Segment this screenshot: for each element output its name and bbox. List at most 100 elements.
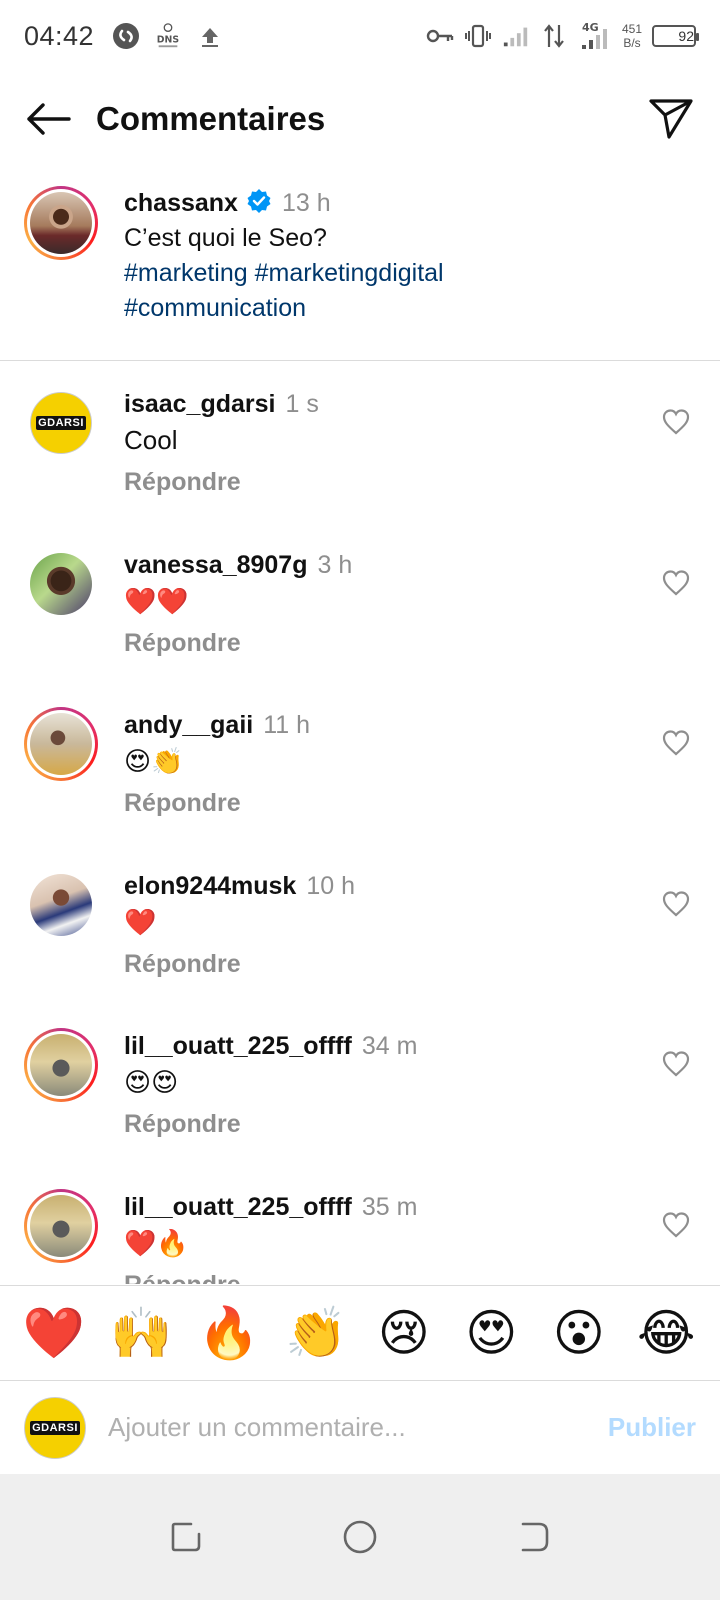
heart-icon[interactable] [662,890,690,918]
status-time: 04:42 [24,20,95,51]
gdarsi-logo-avatar: GDARSI [30,392,92,454]
comment-item: elon9244musk 10 h ❤️ Répondre [0,844,720,1005]
net-speed: 451 B/s [621,22,642,50]
comment-item: andy__gaii 11 h 😍👏 Répondre [0,683,720,844]
avatar-photo [30,873,92,936]
status-bar: 04:42 DNS 4G 451 B/s 92 [0,0,720,72]
reply-button[interactable]: Répondre [124,785,696,821]
share-button[interactable] [646,94,696,144]
comment-text: ❤️🔥 [124,1227,189,1258]
shazam-icon [112,22,140,50]
comment-text: 😍👏 [124,746,184,776]
back-button[interactable] [24,95,72,143]
comment-time: 1 s [285,390,319,418]
heart-icon[interactable] [662,729,690,757]
comment-item: lil__ouatt_225_offff 34 m 😍😍 Répondre [0,1004,720,1165]
emoji-reaction-bar: ❤️ 🙌 🔥 👏 😢 😍 😮 😂 [0,1285,720,1380]
home-circle-icon [343,1520,377,1554]
comment-item: lil__ouatt_225_offff 35 m ❤️🔥 Répondre [0,1165,720,1285]
comment-username[interactable]: vanessa_8907g [124,551,307,579]
back-nav-button[interactable] [512,1515,556,1559]
avatar-photo [30,1034,92,1096]
dns-icon: DNS [154,22,182,50]
emoji-fire-button[interactable]: 🔥 [195,1299,263,1367]
back-nav-icon [521,1522,549,1552]
battery-level: 92 [678,28,694,44]
avatar[interactable] [24,547,98,621]
avatar[interactable]: GDARSI [24,1396,86,1459]
reply-button[interactable]: Répondre [124,946,696,982]
comment-list[interactable]: GDARSI isaac_gdarsi 1 s Cool Répondre van… [0,362,720,1284]
comment-input-bar: GDARSI Publier [0,1380,720,1474]
recent-apps-button[interactable] [164,1515,208,1559]
home-button[interactable] [338,1515,382,1559]
comment-username[interactable]: lil__ouatt_225_offff [124,1193,352,1221]
comment-time: 3 h [317,550,353,579]
comment-text: ❤️❤️ [124,585,189,616]
post-username[interactable]: chassanx [124,189,238,217]
avatar[interactable] [24,1028,98,1102]
caption-body: chassanx 13 h C’est quoi le Seo? #marketi… [124,186,444,326]
svg-text:4G: 4G [582,21,599,34]
reply-button[interactable]: Répondre [124,1106,696,1142]
gdarsi-logo-avatar: GDARSI [30,1420,80,1435]
comment-time: 10 h [306,871,355,900]
battery-indicator: 92 [652,25,699,47]
upload-icon [196,22,224,50]
emoji-raising-hands-button[interactable]: 🙌 [107,1299,175,1367]
comment-time: 11 h [263,711,311,739]
reply-button[interactable]: Répondre [124,1267,696,1285]
post-text: C’est quoi le Seo? [124,224,327,252]
emoji-heart-eyes-button[interactable]: 😍 [457,1299,525,1367]
signal-icon [502,22,530,50]
avatar[interactable] [24,707,98,781]
heart-icon[interactable] [662,569,690,597]
comment-username[interactable]: elon9244musk [124,872,296,900]
avatar-photo [30,192,92,254]
post-hashtags-line1[interactable]: #marketing #marketingdigital [124,256,444,291]
comment-item: GDARSI isaac_gdarsi 1 s Cool Répondre [0,362,720,523]
avatar-photo [30,1194,92,1257]
avatar-photo [30,713,92,775]
avatar[interactable] [24,1188,98,1263]
emoji-surprised-button[interactable]: 😮 [545,1299,613,1367]
emoji-crying-button[interactable]: 😢 [370,1299,438,1367]
emoji-clap-button[interactable]: 👏 [282,1299,350,1367]
heart-icon[interactable] [662,1050,690,1078]
avatar[interactable] [24,868,98,942]
signal-4g-icon: 4G [578,21,612,50]
post-hashtags-line2[interactable]: #communication [124,291,444,326]
svg-text:DNS: DNS [157,35,180,46]
comment-text: 😍😍 [124,1067,179,1097]
send-icon [649,99,693,139]
comment-item: vanessa_8907g 3 h ❤️❤️ Répondre [0,523,720,684]
emoji-heart-button[interactable]: ❤️ [20,1299,88,1367]
page-title: Commentaires [96,100,326,137]
comment-username[interactable]: lil__ouatt_225_offff [124,1032,352,1060]
reply-button[interactable]: Répondre [124,464,696,500]
heart-icon[interactable] [662,1211,690,1239]
avatar-photo [30,552,92,615]
arrow-left-icon [27,103,71,135]
post-time: 13 h [281,189,331,217]
comment-input[interactable] [108,1412,598,1443]
post-caption: chassanx 13 h C’est quoi le Seo? #marketi… [0,186,720,326]
avatar[interactable]: GDARSI [24,386,98,460]
emoji-laughing-button[interactable]: 😂 [632,1299,700,1367]
comment-time: 34 m [361,1032,418,1060]
divider [0,360,720,361]
data-transfer-icon [540,22,568,50]
status-right-icons: 4G 451 B/s 92 [426,21,699,50]
avatar[interactable] [24,186,98,260]
vibrate-icon [464,22,492,50]
comment-username[interactable]: isaac_gdarsi [124,390,276,418]
publish-button[interactable]: Publier [608,1412,696,1443]
comment-username[interactable]: andy__gaii [124,711,253,739]
comment-text: ❤️ [124,906,157,937]
status-left-icons: DNS [112,22,224,50]
heart-icon[interactable] [662,408,690,436]
reply-button[interactable]: Répondre [124,625,696,661]
comment-time: 35 m [361,1192,418,1221]
verified-badge-icon [247,189,271,213]
system-nav-bar [0,1474,720,1600]
